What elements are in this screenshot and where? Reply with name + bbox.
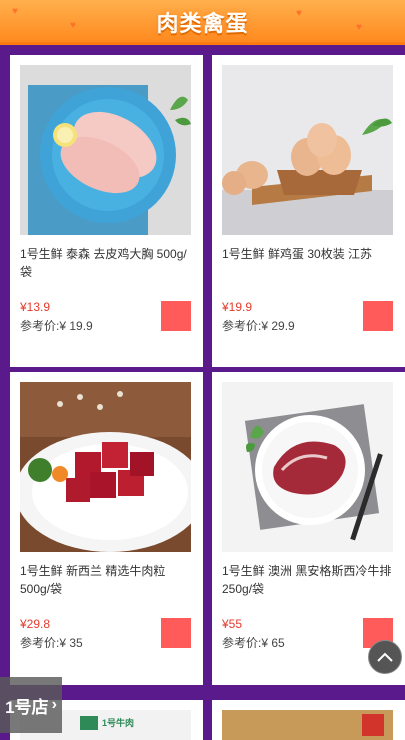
add-to-cart-button[interactable] [363, 301, 393, 331]
reference-price: 参考价:¥ 19.9 [20, 319, 93, 333]
store-logo-button[interactable]: 1号店 › [0, 677, 62, 733]
reference-price: 参考价:¥ 35 [20, 636, 83, 650]
product-name[interactable]: 1号生鲜 鲜鸡蛋 30枚装 江苏 [222, 245, 393, 263]
brand-label: 1号牛肉 [102, 718, 135, 728]
page-title: 肉类禽蛋 [156, 11, 249, 36]
product-card[interactable]: 1号生鲜 鲜鸡蛋 30枚装 江苏 ¥19.9 参考价:¥ 29.9 [212, 55, 405, 367]
chevron-right-icon: › [51, 696, 57, 713]
chevron-up-icon [377, 652, 393, 662]
add-to-cart-button[interactable] [161, 301, 191, 331]
product-price: ¥55 [222, 617, 243, 631]
sirloin-steak-image [222, 382, 393, 552]
product-price: ¥19.9 [222, 300, 253, 314]
reference-price: 参考价:¥ 65 [222, 636, 285, 650]
heart-decoration-icon: ♥ [12, 6, 18, 17]
store-logo-label: 1号店 [5, 697, 49, 717]
product-name[interactable]: 1号生鲜 新西兰 精选牛肉粒 500g/袋 [20, 562, 191, 598]
product-card[interactable] [212, 700, 405, 740]
product-card[interactable]: 1号生鲜 新西兰 精选牛肉粒 500g/袋 ¥29.8 参考价:¥ 35 [10, 372, 203, 685]
beef-cubes-image [20, 382, 191, 552]
heart-decoration-icon: ♥ [356, 22, 362, 33]
heart-decoration-icon: ♥ [70, 20, 76, 31]
product-thumbnail-image [222, 710, 393, 740]
back-to-top-button[interactable] [368, 640, 402, 674]
product-card[interactable]: 1号生鲜 澳洲 黑安格斯西冷牛排 250g/袋 ¥55 参考价:¥ 65 [212, 372, 405, 685]
product-card[interactable]: 1号生鲜 泰森 去皮鸡大胸 500g/袋 ¥13.9 参考价:¥ 19.9 [10, 55, 203, 367]
eggs-image [222, 65, 393, 235]
product-name[interactable]: 1号生鲜 澳洲 黑安格斯西冷牛排 250g/袋 [222, 562, 393, 598]
product-price: ¥13.9 [20, 300, 51, 314]
add-to-cart-button[interactable] [161, 618, 191, 648]
chicken-breast-image [20, 65, 191, 235]
heart-decoration-icon: ♥ [296, 8, 302, 19]
page-header: ♥ ♥ ♥ ♥ 肉类禽蛋 [0, 0, 405, 45]
reference-price: 参考价:¥ 29.9 [222, 319, 295, 333]
product-price: ¥29.8 [20, 617, 51, 631]
product-name[interactable]: 1号生鲜 泰森 去皮鸡大胸 500g/袋 [20, 245, 191, 281]
